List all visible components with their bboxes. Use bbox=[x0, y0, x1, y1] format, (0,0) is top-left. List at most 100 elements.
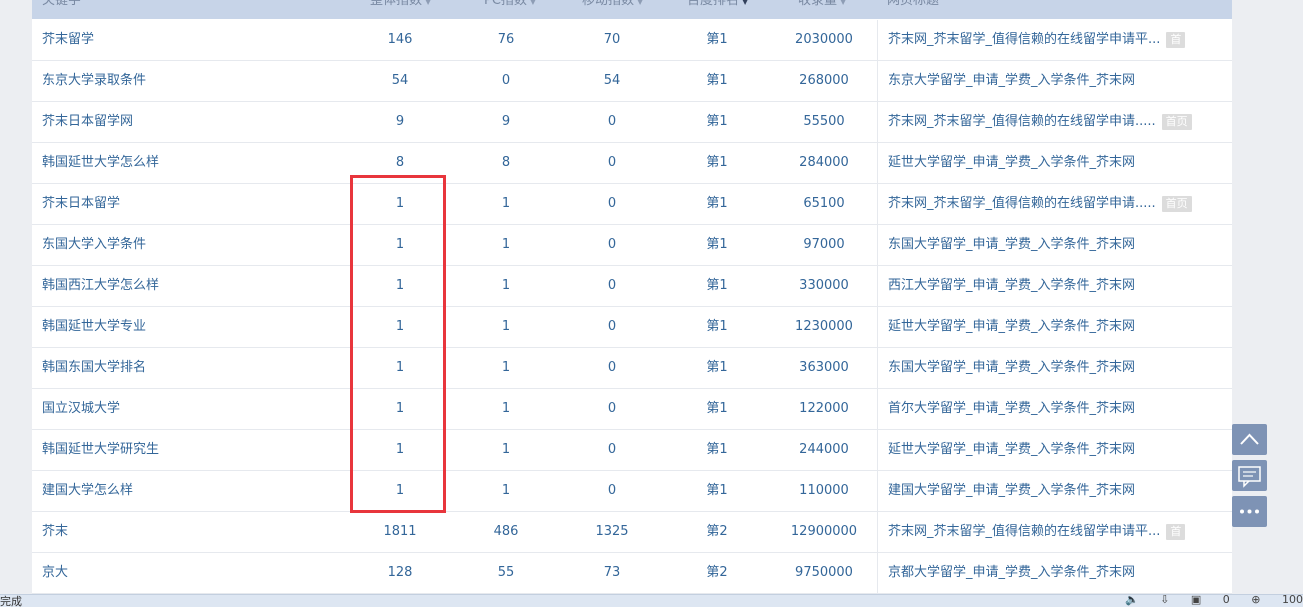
pc-index-value[interactable]: 1 bbox=[476, 266, 536, 306]
baidu-rank-value: 第1 bbox=[706, 114, 728, 129]
keyword-link[interactable]: 芥末 bbox=[42, 512, 68, 552]
total-index-value[interactable]: 1 bbox=[370, 307, 430, 347]
keyword-link[interactable]: 芥末日本留学网 bbox=[42, 102, 133, 142]
total-index-value[interactable]: 1 bbox=[370, 430, 430, 470]
pc-index-value[interactable]: 0 bbox=[476, 61, 536, 101]
total-index-value[interactable]: 128 bbox=[370, 553, 430, 593]
page-title-cell: 延世大学留学_申请_学费_入学条件_芥末网 bbox=[877, 307, 1232, 347]
header-pc-index[interactable]: PC指数 ▼ bbox=[484, 0, 536, 19]
more-button[interactable] bbox=[1232, 496, 1267, 527]
table-row: 韩国西江大学怎么样 1 1 0 第1 330000 西江大学留学_申请_学费_入学条件_芥末… bbox=[32, 266, 1232, 307]
total-index-value[interactable]: 9 bbox=[370, 102, 430, 142]
header-total-index[interactable]: 整体指数 ▼ bbox=[370, 0, 431, 19]
table-row: 芥末日本留学 1 1 0 第1 65100 芥末网_芥末留学_值得信赖的在线留学申请....… bbox=[32, 184, 1232, 225]
indexed-count-value: 330000 bbox=[799, 278, 849, 293]
mobile-index-value[interactable]: 70 bbox=[582, 20, 642, 60]
pc-index-value[interactable]: 1 bbox=[476, 184, 536, 224]
total-index-value[interactable]: 8 bbox=[370, 143, 430, 183]
pc-index-value[interactable]: 1 bbox=[476, 430, 536, 470]
mobile-index-value[interactable]: 0 bbox=[582, 389, 642, 429]
mobile-index-value[interactable]: 73 bbox=[582, 553, 642, 593]
page-title-link[interactable]: 芥末网_芥末留学_值得信赖的在线留学申请..... bbox=[888, 196, 1156, 211]
mobile-index-value[interactable]: 0 bbox=[582, 348, 642, 388]
keyword-link[interactable]: 芥末日本留学 bbox=[42, 184, 120, 224]
total-index-value[interactable]: 1 bbox=[370, 266, 430, 306]
keyword-link[interactable]: 韩国西江大学怎么样 bbox=[42, 266, 159, 306]
indexed-count-value: 268000 bbox=[799, 73, 849, 88]
keyword-link[interactable]: 东京大学录取条件 bbox=[42, 61, 146, 101]
keyword-link[interactable]: 国立汉城大学 bbox=[42, 389, 120, 429]
page-title-link[interactable]: 西江大学留学_申请_学费_入学条件_芥末网 bbox=[888, 278, 1135, 293]
back-to-top-button[interactable] bbox=[1232, 424, 1267, 455]
pc-index-value[interactable]: 1 bbox=[476, 348, 536, 388]
pc-index-value[interactable]: 1 bbox=[476, 225, 536, 265]
total-index-value[interactable]: 54 bbox=[370, 61, 430, 101]
header-indexed[interactable]: 收录量 ▼ bbox=[798, 0, 846, 19]
feedback-button[interactable] bbox=[1232, 460, 1267, 491]
pc-index-value[interactable]: 9 bbox=[476, 102, 536, 142]
page-title-cell: 芥末网_芥末留学_值得信赖的在线留学申请平... 首 bbox=[877, 512, 1232, 552]
page-title-link[interactable]: 芥末网_芥末留学_值得信赖的在线留学申请平... bbox=[888, 32, 1160, 47]
page-title-link[interactable]: 延世大学留学_申请_学费_入学条件_芥末网 bbox=[888, 155, 1135, 170]
keyword-link[interactable]: 京大 bbox=[42, 553, 68, 593]
pc-index-value[interactable]: 1 bbox=[476, 471, 536, 511]
page-title-link[interactable]: 东国大学留学_申请_学费_入学条件_芥末网 bbox=[888, 237, 1135, 252]
table-row: 东国大学入学条件 1 1 0 第1 97000 东国大学留学_申请_学费_入学条件_芥末网 bbox=[32, 225, 1232, 266]
keyword-link[interactable]: 东国大学入学条件 bbox=[42, 225, 146, 265]
baidu-rank-value: 第1 bbox=[706, 73, 728, 88]
indexed-count-value: 284000 bbox=[799, 155, 849, 170]
table-header: 关键字 整体指数 ▼ PC指数 ▼ 移动指数 ▼ 百度排名 ▼ 收录量 ▼ 网页标题 bbox=[32, 0, 1232, 19]
zoom-icon[interactable]: ⊕ 100 bbox=[1251, 595, 1303, 606]
mobile-index-value[interactable]: 0 bbox=[582, 102, 642, 142]
mobile-index-value[interactable]: 0 bbox=[582, 266, 642, 306]
keyword-link[interactable]: 韩国延世大学研究生 bbox=[42, 430, 159, 470]
pc-index-value[interactable]: 1 bbox=[476, 307, 536, 347]
pc-index-value[interactable]: 55 bbox=[476, 553, 536, 593]
page-title-link[interactable]: 东京大学留学_申请_学费_入学条件_芥末网 bbox=[888, 73, 1135, 88]
total-index-value[interactable]: 1 bbox=[370, 348, 430, 388]
total-index-value[interactable]: 1 bbox=[370, 225, 430, 265]
page-title-link[interactable]: 首尔大学留学_申请_学费_入学条件_芥末网 bbox=[888, 401, 1135, 416]
page-title-link[interactable]: 延世大学留学_申请_学费_入学条件_芥末网 bbox=[888, 442, 1135, 457]
keyword-link[interactable]: 建国大学怎么样 bbox=[42, 471, 133, 511]
header-keyword[interactable]: 关键字 bbox=[42, 0, 81, 19]
pc-index-value[interactable]: 1 bbox=[476, 389, 536, 429]
mobile-index-value[interactable]: 0 bbox=[582, 471, 642, 511]
indexed-count-value: 363000 bbox=[799, 360, 849, 375]
speaker-icon[interactable]: 🔈 bbox=[1125, 595, 1139, 606]
mobile-index-value[interactable]: 1325 bbox=[582, 512, 642, 552]
keyword-link[interactable]: 芥末留学 bbox=[42, 20, 94, 60]
status-text: 完成 bbox=[0, 595, 22, 607]
homepage-badge: 首 bbox=[1166, 31, 1186, 48]
page-title-cell: 京都大学留学_申请_学费_入学条件_芥末网 bbox=[877, 553, 1232, 593]
header-mobile-index[interactable]: 移动指数 ▼ bbox=[582, 0, 643, 19]
page-title-link[interactable]: 建国大学留学_申请_学费_入学条件_芥末网 bbox=[888, 483, 1135, 498]
total-index-value[interactable]: 1811 bbox=[370, 512, 430, 552]
mobile-index-value[interactable]: 0 bbox=[582, 143, 642, 183]
page-title-cell: 首尔大学留学_申请_学费_入学条件_芥末网 bbox=[877, 389, 1232, 429]
header-baidu-rank[interactable]: 百度排名 ▼ bbox=[687, 0, 748, 19]
keyword-link[interactable]: 韩国延世大学专业 bbox=[42, 307, 146, 347]
download-icon[interactable]: ⇩ bbox=[1160, 595, 1169, 606]
page-title-link[interactable]: 芥末网_芥末留学_值得信赖的在线留学申请平... bbox=[888, 524, 1160, 539]
page-title-link[interactable]: 芥末网_芥末留学_值得信赖的在线留学申请..... bbox=[888, 114, 1156, 129]
total-index-value[interactable]: 1 bbox=[370, 389, 430, 429]
mobile-index-value[interactable]: 0 bbox=[582, 225, 642, 265]
page-title-link[interactable]: 延世大学留学_申请_学费_入学条件_芥末网 bbox=[888, 319, 1135, 334]
pc-index-value[interactable]: 486 bbox=[476, 512, 536, 552]
mobile-index-value[interactable]: 54 bbox=[582, 61, 642, 101]
mobile-index-value[interactable]: 0 bbox=[582, 307, 642, 347]
keyword-link[interactable]: 韩国延世大学怎么样 bbox=[42, 143, 159, 183]
total-index-value[interactable]: 146 bbox=[370, 20, 430, 60]
total-index-value[interactable]: 1 bbox=[370, 184, 430, 224]
page-title-link[interactable]: 东国大学留学_申请_学费_入学条件_芥末网 bbox=[888, 360, 1135, 375]
table-row: 建国大学怎么样 1 1 0 第1 110000 建国大学留学_申请_学费_入学条件_芥末网 bbox=[32, 471, 1232, 512]
total-index-value[interactable]: 1 bbox=[370, 471, 430, 511]
page-title-link[interactable]: 京都大学留学_申请_学费_入学条件_芥末网 bbox=[888, 565, 1135, 580]
pc-index-value[interactable]: 76 bbox=[476, 20, 536, 60]
mobile-index-value[interactable]: 0 bbox=[582, 184, 642, 224]
pc-index-value[interactable]: 8 bbox=[476, 143, 536, 183]
mobile-index-value[interactable]: 0 bbox=[582, 430, 642, 470]
counter-icon[interactable]: ▣ 0 bbox=[1191, 595, 1230, 606]
keyword-link[interactable]: 韩国东国大学排名 bbox=[42, 348, 146, 388]
